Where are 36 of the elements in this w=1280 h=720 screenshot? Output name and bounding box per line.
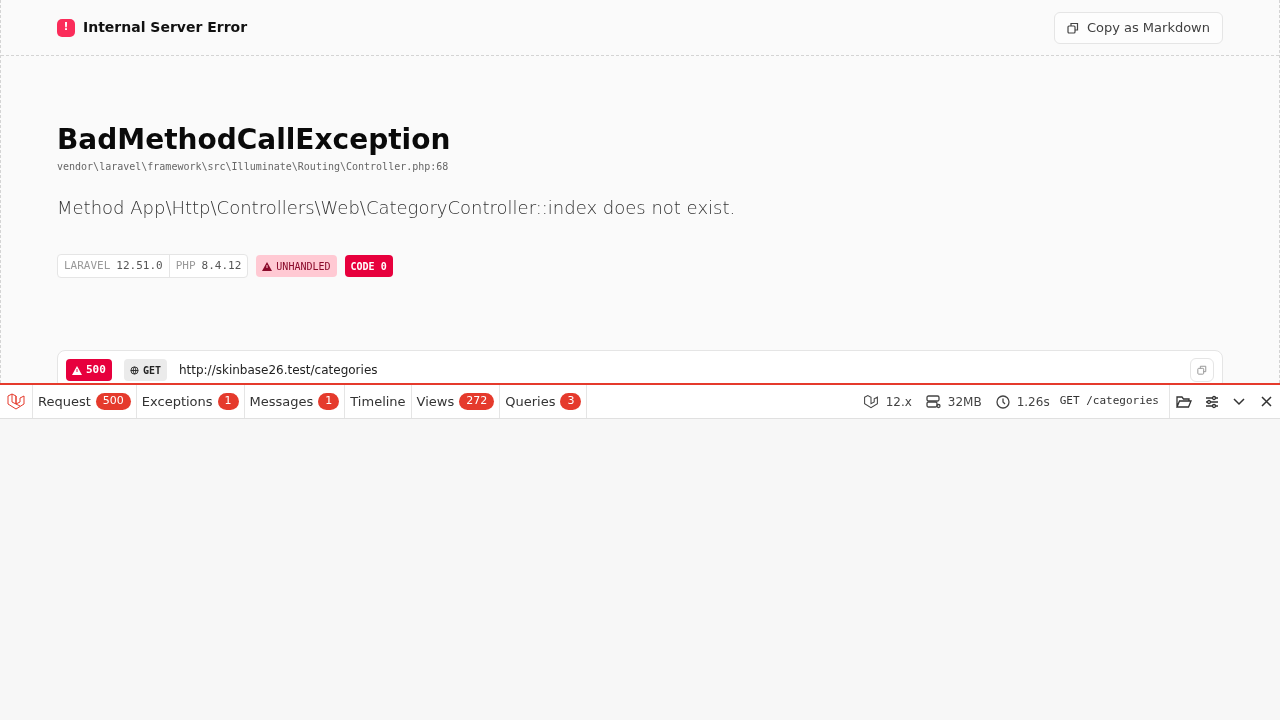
debugbar-tab[interactable]: Queries 3 <box>500 385 588 418</box>
error-icon: ! <box>57 18 75 37</box>
route-text: GET /categories <box>1059 393 1160 410</box>
globe-icon <box>129 365 139 375</box>
page-title: Internal Server Error <box>83 18 248 37</box>
count-badge: 272 <box>459 393 495 410</box>
stat-text: 1.26s <box>1016 393 1050 411</box>
version-badge: LARAVEL 12.51.0 PHP 8.4.12 <box>57 254 249 278</box>
count-badge: 3 <box>560 393 582 410</box>
warning-icon <box>72 365 82 375</box>
code-badge: CODE 0 <box>344 255 393 277</box>
debugbar-tab[interactable]: Timeline <box>345 385 412 418</box>
status-badge: 500 <box>66 359 112 381</box>
logo-icon <box>6 391 26 412</box>
copy-icon <box>1066 21 1079 34</box>
server-icon <box>925 394 941 409</box>
request-url: http://skinbase26.test/categories <box>178 362 379 379</box>
exception-message: Method App\Http\Controllers\Web\CategoryController::index does not exist. <box>57 196 737 220</box>
stat-text: 32MB <box>947 393 982 411</box>
count-badge: 500 <box>95 393 131 410</box>
copy-icon <box>1197 365 1207 375</box>
count-badge: 1 <box>217 393 239 410</box>
copy-markdown-button[interactable]: Copy as Markdown <box>1053 11 1223 44</box>
debugbar-tab[interactable]: Messages 1 <box>244 385 346 418</box>
method-badge: GET <box>123 359 167 381</box>
exception-title: BadMethodCallException <box>57 122 452 158</box>
warning-icon <box>262 261 273 271</box>
logo-icon <box>862 393 879 410</box>
debugbar-tab[interactable]: Exceptions 1 <box>136 385 245 418</box>
debugbar-tab[interactable]: Request 500 <box>33 385 137 418</box>
stat-text: 12.x <box>885 393 912 411</box>
clock-icon <box>995 394 1010 409</box>
debugbar-tab[interactable]: Views 272 <box>411 385 501 418</box>
file-path: vendor\laravel\framework\src\Illuminate\Routing\Controller.php:68 <box>57 160 450 174</box>
count-badge: 1 <box>318 393 340 410</box>
unhandled-badge: UNHANDLED <box>256 255 337 277</box>
